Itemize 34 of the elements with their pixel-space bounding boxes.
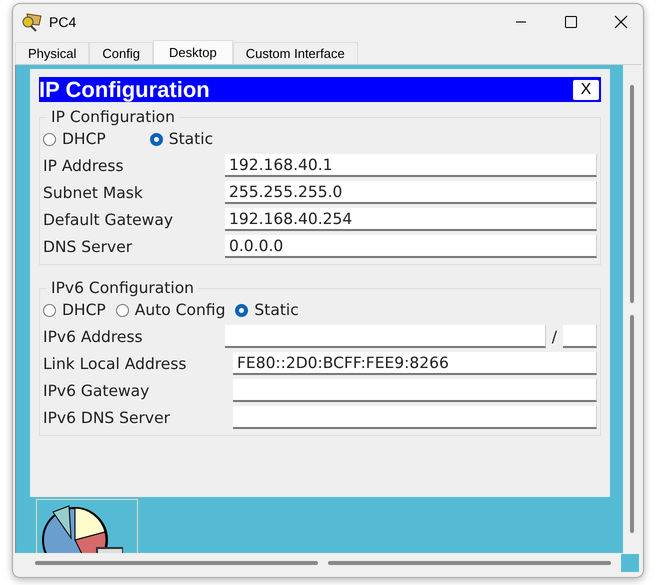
- input-field[interactable]: [233, 379, 597, 402]
- field-label: Default Gateway: [43, 210, 174, 228]
- window-title: PC4: [49, 14, 78, 30]
- input-field[interactable]: 0.0.0.0: [225, 235, 597, 258]
- group-title: IP Configuration: [50, 108, 176, 126]
- field-label: Subnet Mask: [43, 184, 144, 202]
- radio-button[interactable]: DHCP: [43, 301, 106, 319]
- field-label: IPv6 Address: [43, 328, 144, 346]
- dialog-title: IP Configuration: [39, 78, 210, 102]
- field-label: Link Local Address: [43, 354, 188, 372]
- radio-button[interactable]: Auto Config: [116, 301, 226, 319]
- group-title: IPv6 Configuration: [50, 279, 195, 297]
- radio-button[interactable]: Static: [150, 130, 214, 148]
- input-field[interactable]: 192.168.40.254: [225, 208, 597, 231]
- tab[interactable]: Config: [89, 42, 153, 64]
- input-field[interactable]: [233, 406, 597, 429]
- radio-button[interactable]: DHCP: [43, 130, 106, 148]
- field-label: IP Address: [43, 156, 125, 174]
- radio-button[interactable]: Static: [235, 301, 299, 319]
- maximize-icon: [565, 16, 577, 28]
- field-label: DNS Server: [43, 238, 134, 256]
- close-icon: [614, 15, 628, 29]
- input-field[interactable]: [225, 325, 546, 348]
- input-field[interactable]: FE80::2D0:BCFF:FEE9:8266: [233, 352, 597, 375]
- prefix-field[interactable]: [563, 325, 597, 348]
- separator: /: [552, 328, 557, 346]
- tab[interactable]: Custom Interface: [232, 42, 358, 64]
- tab[interactable]: Physical: [15, 42, 90, 64]
- field-label: IPv6 DNS Server: [43, 408, 172, 426]
- close-button[interactable]: X: [572, 78, 600, 100]
- input-field[interactable]: 255.255.255.0: [225, 181, 597, 204]
- input-field[interactable]: 192.168.40.1: [225, 154, 597, 177]
- field-label: IPv6 Gateway: [43, 382, 150, 400]
- tab[interactable]: Desktop: [153, 40, 233, 64]
